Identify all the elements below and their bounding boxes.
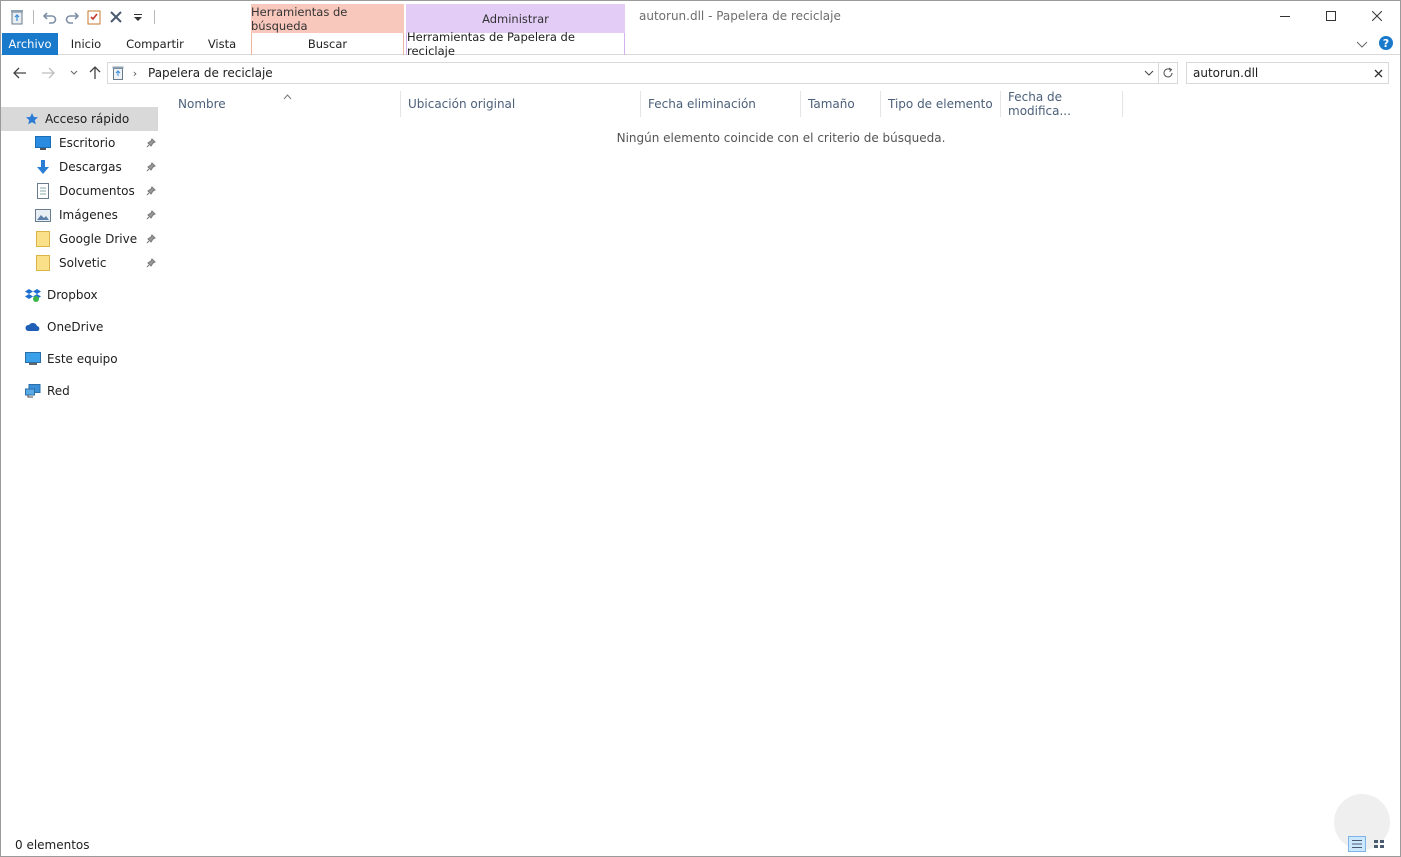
- forward-button[interactable]: [37, 62, 59, 84]
- maximize-button[interactable]: [1308, 1, 1354, 31]
- search-tools-context-header: Herramientas de búsqueda: [251, 4, 404, 33]
- pictures-icon: [33, 206, 53, 224]
- tab-vista[interactable]: Vista: [197, 33, 247, 55]
- nav-label: Escritorio: [59, 136, 116, 150]
- window-title: autorun.dll - Papelera de reciclaje: [639, 9, 841, 23]
- pin-icon[interactable]: [146, 161, 156, 175]
- view-switcher: [1348, 836, 1388, 852]
- qat-separator: [33, 10, 34, 24]
- customize-qat-icon[interactable]: [128, 7, 148, 27]
- pin-icon[interactable]: [146, 257, 156, 271]
- title-bar: Herramientas de búsqueda Administrar aut…: [1, 1, 1400, 33]
- nav-documentos[interactable]: Documentos: [33, 179, 158, 203]
- nav-label: Solvetic: [59, 256, 107, 270]
- folder-icon: [33, 230, 53, 248]
- manage-context-header: Administrar: [406, 4, 625, 33]
- address-dropdown-icon[interactable]: [1144, 66, 1154, 80]
- nav-google-drive[interactable]: Google Drive: [33, 227, 158, 251]
- column-fecha-modificacion[interactable]: Fecha de modifica...: [1001, 90, 1123, 118]
- nav-quick-access[interactable]: Acceso rápido: [1, 107, 158, 131]
- column-fecha-eliminacion[interactable]: Fecha eliminación: [641, 91, 801, 117]
- recycle-bin-icon[interactable]: [7, 7, 27, 27]
- navigation-bar: › Papelera de reciclaje autorun.dll: [1, 60, 1400, 86]
- tab-inicio[interactable]: Inicio: [59, 33, 113, 55]
- quick-access-toolbar: [7, 7, 159, 27]
- pin-icon[interactable]: [146, 209, 156, 223]
- recent-locations-dropdown[interactable]: [63, 62, 85, 84]
- desktop-icon: [33, 134, 53, 152]
- nav-label: Documentos: [59, 184, 135, 198]
- search-input[interactable]: autorun.dll: [1187, 66, 1368, 80]
- nav-red[interactable]: Red: [23, 379, 158, 403]
- download-icon: [33, 158, 53, 176]
- nav-imagenes[interactable]: Imágenes: [33, 203, 158, 227]
- column-header: Nombre Ubicación original Fecha eliminac…: [171, 90, 1123, 118]
- dropbox-icon: [23, 286, 43, 304]
- document-icon: [33, 182, 53, 200]
- network-icon: [23, 382, 43, 400]
- column-tipo-elemento[interactable]: Tipo de elemento: [881, 91, 1001, 117]
- refresh-button[interactable]: [1158, 62, 1178, 84]
- pin-icon[interactable]: [146, 137, 156, 151]
- tab-compartir[interactable]: Compartir: [117, 33, 193, 55]
- tab-buscar[interactable]: Buscar: [251, 33, 404, 55]
- star-icon: [23, 110, 41, 128]
- folder-icon: [33, 254, 53, 272]
- window-controls: [1262, 1, 1400, 31]
- column-tamano[interactable]: Tamaño: [801, 91, 881, 117]
- redo-icon[interactable]: [62, 7, 82, 27]
- ribbon-right-controls: ?: [1356, 35, 1394, 54]
- nav-label: OneDrive: [47, 320, 104, 334]
- nav-label: Google Drive: [59, 232, 138, 246]
- nav-label: Descargas: [59, 160, 122, 174]
- tab-archivo[interactable]: Archivo: [2, 33, 58, 55]
- breadcrumb-recycle-bin[interactable]: Papelera de reciclaje: [142, 66, 273, 80]
- help-icon[interactable]: ?: [1378, 35, 1394, 54]
- undo-icon[interactable]: [40, 7, 60, 27]
- ribbon-tabs: Archivo Inicio Compartir Vista Buscar He…: [1, 30, 1400, 58]
- nav-descargas[interactable]: Descargas: [33, 155, 158, 179]
- nav-onedrive[interactable]: OneDrive: [23, 315, 158, 339]
- cloud-icon: [23, 318, 43, 336]
- delete-icon[interactable]: [106, 7, 126, 27]
- nav-label: Dropbox: [47, 288, 98, 302]
- tab-recycle-bin-tools[interactable]: Herramientas de Papelera de reciclaje: [406, 30, 625, 58]
- expand-ribbon-icon[interactable]: [1356, 38, 1368, 52]
- minimize-button[interactable]: [1262, 1, 1308, 31]
- nav-label: Imágenes: [59, 208, 118, 222]
- pin-icon[interactable]: [146, 185, 156, 199]
- nav-dropbox[interactable]: Dropbox: [23, 283, 158, 307]
- large-icons-view-icon[interactable]: [1370, 836, 1388, 852]
- nav-label: Este equipo: [47, 352, 118, 366]
- pin-icon[interactable]: [146, 233, 156, 247]
- nav-solvetic[interactable]: Solvetic: [33, 251, 158, 275]
- up-button[interactable]: [84, 62, 106, 84]
- breadcrumb-chevron-icon[interactable]: ›: [128, 67, 142, 80]
- address-bar[interactable]: › Papelera de reciclaje: [107, 62, 1159, 84]
- properties-icon[interactable]: [84, 7, 104, 27]
- search-box[interactable]: autorun.dll: [1186, 62, 1389, 84]
- back-button[interactable]: [9, 62, 31, 84]
- close-button[interactable]: [1354, 1, 1400, 31]
- details-view-icon[interactable]: [1348, 836, 1366, 852]
- nav-escritorio[interactable]: Escritorio: [33, 131, 158, 155]
- nav-este-equipo[interactable]: Este equipo: [23, 347, 158, 371]
- column-ubicacion-original[interactable]: Ubicación original: [401, 91, 641, 117]
- nav-label: Acceso rápido: [45, 112, 130, 126]
- status-item-count: 0 elementos: [15, 838, 90, 852]
- clear-search-icon[interactable]: [1368, 69, 1388, 78]
- recycle-bin-icon: [108, 66, 128, 80]
- qat-separator-end: [154, 10, 155, 24]
- computer-icon: [23, 350, 43, 368]
- file-explorer-window: Herramientas de búsqueda Administrar aut…: [0, 0, 1401, 857]
- svg-text:?: ?: [1383, 37, 1389, 50]
- empty-results-message: Ningún elemento coincide con el criterio…: [616, 131, 946, 145]
- column-nombre[interactable]: Nombre: [171, 91, 401, 117]
- nav-label: Red: [47, 384, 70, 398]
